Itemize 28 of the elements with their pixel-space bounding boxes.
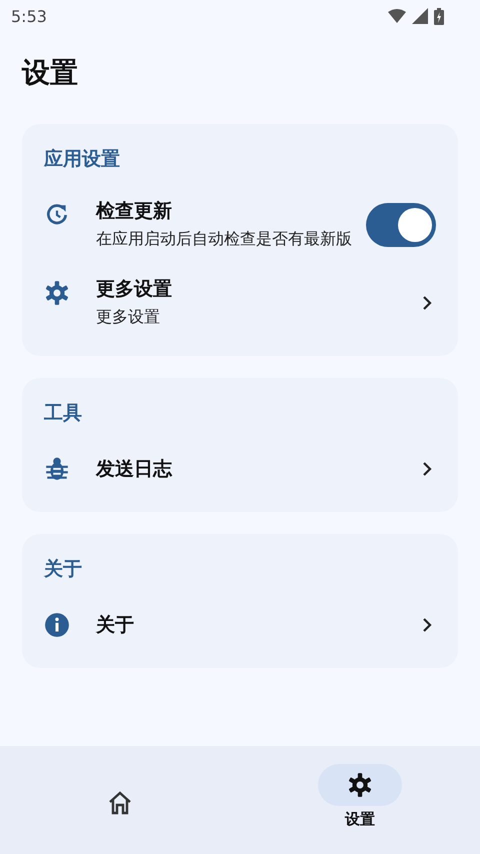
settings-icon — [44, 280, 70, 306]
battery-icon — [434, 8, 444, 24]
chevron-icon — [422, 461, 432, 477]
item-subtitle: 更多设置 — [96, 306, 161, 328]
section-title: 应用设置 — [42, 147, 121, 172]
item-title: 更多设置 — [96, 277, 173, 302]
chevron-icon — [422, 295, 432, 311]
info-icon — [44, 612, 70, 638]
section-title: 关于 — [42, 557, 83, 582]
signal-icon — [412, 8, 428, 24]
settings-item[interactable]: 关于 — [22, 596, 458, 654]
item-title: 关于 — [96, 613, 135, 638]
status-time: 5:53 — [11, 6, 47, 26]
home-icon — [107, 791, 133, 815]
page-title: 设置 — [22, 55, 79, 91]
settings-item[interactable]: 发送日志 — [22, 440, 458, 498]
chevron-icon — [422, 617, 432, 633]
item-subtitle: 在应用启动后自动检查是否有最新版 — [96, 228, 353, 250]
toggle-switch[interactable] — [366, 203, 436, 247]
settings-tab[interactable]: 设置 — [300, 764, 420, 829]
settings-icon — [347, 772, 373, 798]
settings-item[interactable]: 更多设置 更多设置 — [22, 264, 458, 342]
item-title: 发送日志 — [96, 457, 174, 482]
settings-item[interactable]: 检查更新 在应用启动后自动检查是否有最新版 — [22, 186, 458, 264]
wifi-icon — [388, 9, 406, 23]
bug-icon — [44, 456, 70, 482]
item-title: 检查更新 — [96, 199, 173, 224]
section-title: 工具 — [43, 401, 83, 426]
